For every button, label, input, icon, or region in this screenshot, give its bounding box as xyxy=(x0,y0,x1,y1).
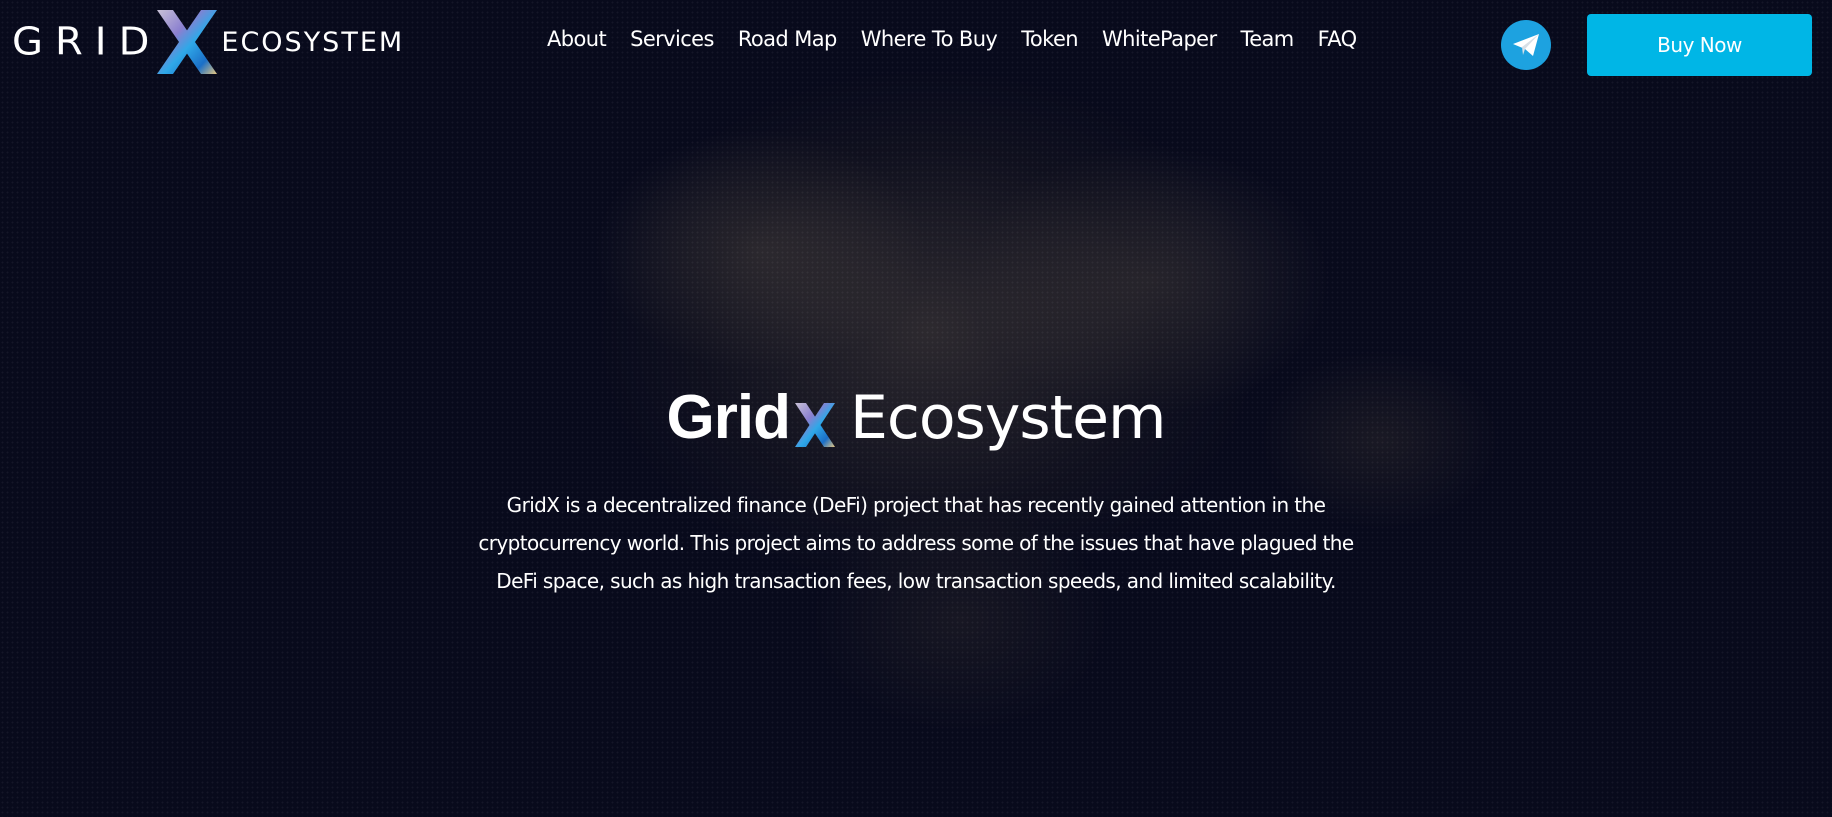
hero-title: Grid Ecosystem xyxy=(0,378,1832,458)
nav-whitepaper[interactable]: WhitePaper xyxy=(1102,27,1217,51)
nav-services[interactable]: Services xyxy=(630,27,714,51)
telegram-button[interactable] xyxy=(1501,20,1551,70)
telegram-icon xyxy=(1513,34,1539,56)
nav-team[interactable]: Team xyxy=(1241,27,1295,51)
nav-about[interactable]: About xyxy=(547,27,607,51)
main-nav: About Services Road Map Where To Buy Tok… xyxy=(547,27,1381,51)
hero-x-icon xyxy=(794,403,835,447)
logo-grid-text: GRID xyxy=(12,20,162,64)
logo-x-icon xyxy=(157,10,218,74)
hero-description: GridX is a decentralized finance (DeFi) … xyxy=(478,493,1354,593)
hero-title-grid: Grid xyxy=(666,383,791,452)
logo[interactable]: GRID ECOSYSTEM xyxy=(12,8,404,76)
site-header: GRID ECOSYSTEM About Services Road Map W… xyxy=(0,0,1832,90)
nav-where-to-buy[interactable]: Where To Buy xyxy=(861,27,998,51)
logo-ecosystem-text: ECOSYSTEM xyxy=(221,26,405,58)
nav-road-map[interactable]: Road Map xyxy=(738,27,837,51)
nav-token[interactable]: Token xyxy=(1021,27,1078,51)
buy-now-button[interactable]: Buy Now xyxy=(1587,14,1812,76)
nav-faq[interactable]: FAQ xyxy=(1318,27,1357,51)
hero-title-ecosystem: Ecosystem xyxy=(849,383,1167,453)
